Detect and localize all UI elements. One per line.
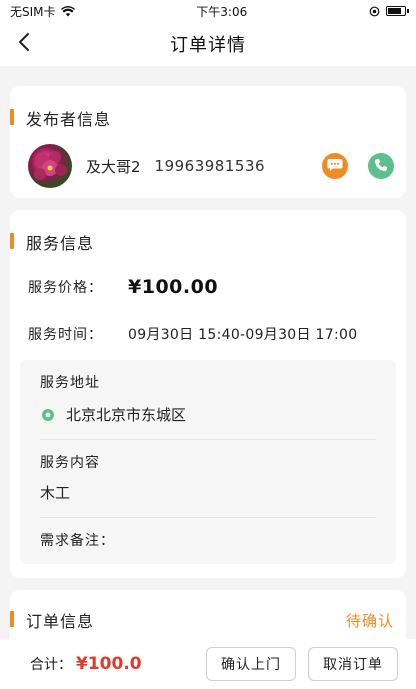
status-badge: 待确认 xyxy=(345,611,394,630)
divider xyxy=(40,517,376,518)
service-section-header: 服务信息 xyxy=(10,230,406,254)
divider xyxy=(40,439,376,440)
bottom-action-bar: 合计： ¥100.0 确认上门 取消订单 xyxy=(0,639,416,689)
status-bar: 无SIM卡 下午3:06 xyxy=(0,0,416,22)
cancel-order-button[interactable]: 取消订单 xyxy=(308,647,398,681)
bottom-actions: 确认上门 取消订单 xyxy=(206,647,398,681)
status-time: 下午3:06 xyxy=(196,4,248,19)
publisher-phone: 19963981536 xyxy=(154,157,266,175)
nav-bar: 订单详情 xyxy=(0,22,416,66)
service-detail-box: 服务地址 北京北京市东城区 服务内容 木工 需求备注： xyxy=(20,360,396,564)
call-button[interactable] xyxy=(368,153,394,179)
service-card: 服务信息 服务价格： ¥100.00 服务时间： 09月30日 15:40-09… xyxy=(10,210,406,578)
content-value: 木工 xyxy=(40,484,71,502)
price-label: 服务价格： xyxy=(28,280,103,296)
time-value: 09月30日 15:40-09月30日 17:00 xyxy=(128,327,358,343)
carrier-label: 无SIM卡 xyxy=(10,4,56,19)
publisher-row: 及大哥2 19963981536 xyxy=(10,144,394,188)
status-left: 无SIM卡 xyxy=(10,3,75,20)
address-row: 北京北京市东城区 xyxy=(40,404,376,425)
address-value: 北京北京市东城区 xyxy=(66,406,187,424)
order-section-title: 订单信息 xyxy=(10,608,94,632)
location-pin-icon xyxy=(40,407,56,423)
back-button[interactable] xyxy=(10,30,38,58)
orientation-lock-icon xyxy=(369,6,380,17)
publisher-card: 发布者信息 及大哥2 19963981536 xyxy=(10,86,406,198)
publisher-actions xyxy=(322,153,394,179)
chat-icon xyxy=(327,157,343,176)
publisher-section-title: 发布者信息 xyxy=(10,106,111,130)
back-icon xyxy=(17,32,31,56)
notes-label: 需求备注： xyxy=(40,533,115,549)
publisher-name: 及大哥2 xyxy=(86,157,141,176)
page-title: 订单详情 xyxy=(170,35,246,56)
avatar[interactable] xyxy=(28,144,72,188)
total-label: 合计： xyxy=(30,657,72,673)
wifi-icon xyxy=(60,5,75,17)
address-label: 服务地址 xyxy=(40,375,100,391)
service-section-title: 服务信息 xyxy=(10,230,94,254)
time-row: 服务时间： 09月30日 15:40-09月30日 17:00 xyxy=(10,324,406,344)
publisher-section-header: 发布者信息 xyxy=(10,106,394,130)
content-label: 服务内容 xyxy=(40,455,100,471)
time-label: 服务时间： xyxy=(28,327,103,343)
chat-button[interactable] xyxy=(322,153,348,179)
price-row: 服务价格： ¥100.00 xyxy=(10,276,406,298)
status-right xyxy=(369,6,409,17)
battery-icon xyxy=(386,6,409,16)
total-value: ¥100.0 xyxy=(76,654,142,674)
confirm-visit-button[interactable]: 确认上门 xyxy=(206,647,296,681)
phone-icon xyxy=(374,157,388,176)
order-section-header: 订单信息 待确认 xyxy=(10,608,394,632)
price-value: ¥100.00 xyxy=(128,276,219,298)
